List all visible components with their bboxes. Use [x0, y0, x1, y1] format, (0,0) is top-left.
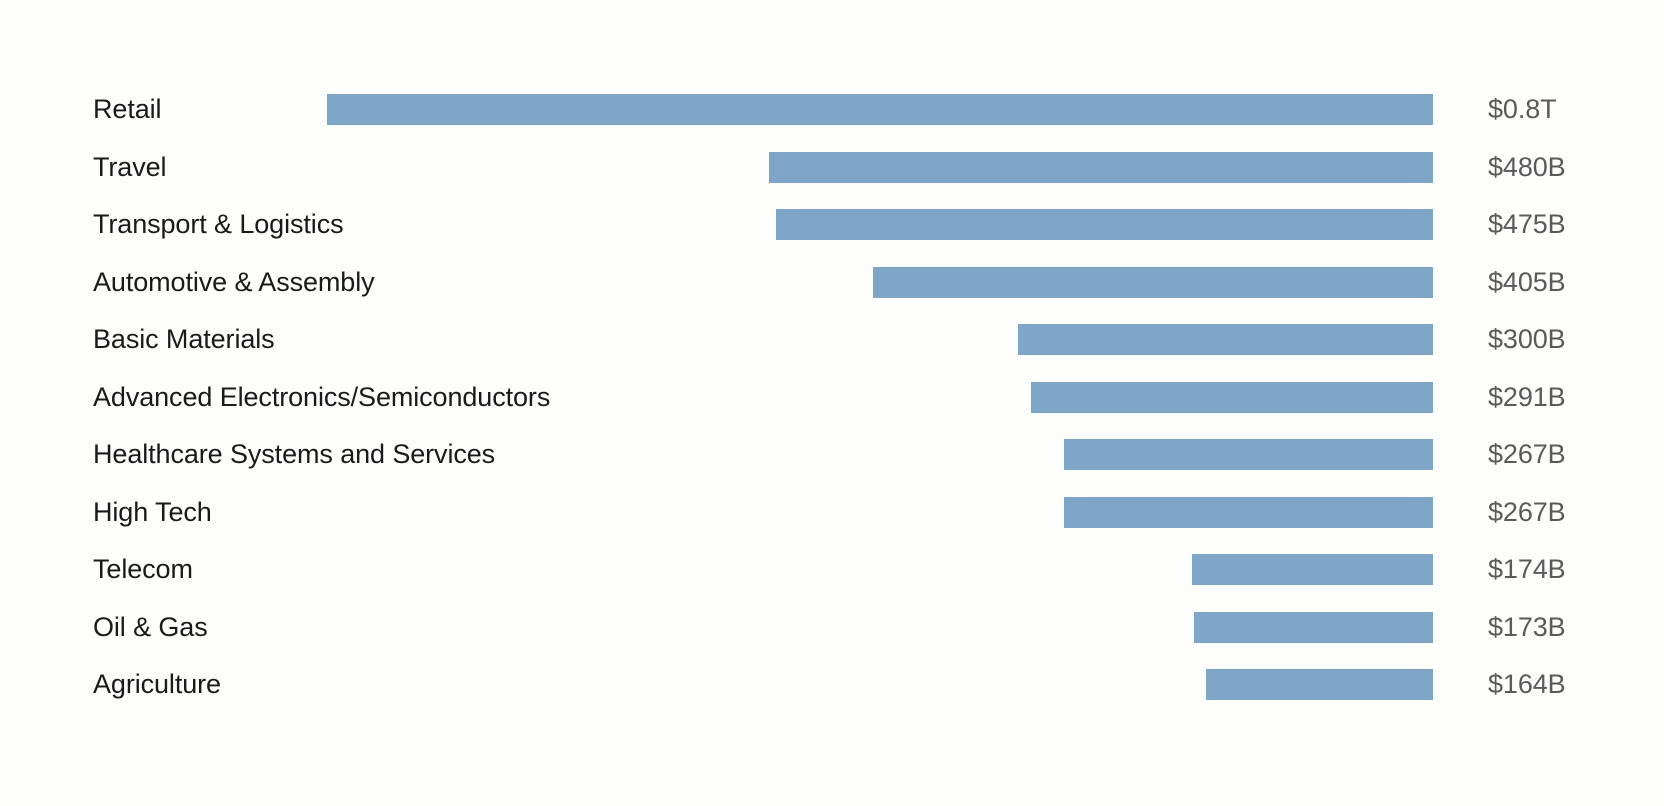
bar-value-label: $0.8T: [1488, 94, 1557, 124]
bar: [327, 94, 1433, 125]
bar-value-label: $164B: [1488, 669, 1566, 699]
bar: [1206, 669, 1433, 700]
bar: [769, 151, 1433, 183]
bar-value-label: $291B: [1488, 381, 1566, 412]
bar-track: [0, 81, 1433, 139]
bar-row: Retail $0.8T: [0, 81, 1664, 139]
bar-track: [0, 599, 1433, 657]
bar: [1193, 611, 1433, 643]
bar-row: Automotive & Assembly $405B: [0, 254, 1664, 312]
horizontal-bar-chart: Retail $0.8T Travel $480B Transport & Logist…: [0, 0, 1664, 806]
bar: [1063, 496, 1433, 528]
bar-track: [0, 656, 1433, 714]
bar-value-label: $267B: [1488, 496, 1566, 527]
bar-row: Telecom $174B: [0, 541, 1664, 599]
bar: [873, 266, 1433, 298]
bar-row: Basic Materials $300B: [0, 311, 1664, 369]
bar-row: Healthcare Systems and Services $267B: [0, 426, 1664, 484]
bar: [1063, 439, 1433, 470]
bar-row: Transport & Logistics $475B: [0, 196, 1664, 254]
bar: [776, 209, 1433, 240]
bar-track: [0, 139, 1433, 197]
bar-value-label: $475B: [1488, 209, 1566, 239]
bar-track: [0, 541, 1433, 599]
bar-row: Travel $480B: [0, 139, 1664, 197]
bar-row: Agriculture $164B: [0, 656, 1664, 714]
bar-track: [0, 196, 1433, 254]
bar-track: [0, 426, 1433, 484]
bar-value-label: $300B: [1488, 324, 1566, 354]
bar: [1030, 381, 1433, 413]
bar-value-label: $174B: [1488, 554, 1566, 584]
bar-value-label: $405B: [1488, 266, 1566, 297]
bar-track: [0, 484, 1433, 542]
bar-row: High Tech $267B: [0, 484, 1664, 542]
bar: [1192, 554, 1433, 585]
bar-value-label: $267B: [1488, 439, 1566, 469]
bar-value-label: $480B: [1488, 151, 1566, 182]
bar-row: Advanced Electronics/Semiconductors $291B: [0, 369, 1664, 427]
bar-value-label: $173B: [1488, 611, 1566, 642]
bar-row: Oil & Gas $173B: [0, 599, 1664, 657]
bar-track: [0, 369, 1433, 427]
bar-track: [0, 254, 1433, 312]
bar: [1018, 324, 1433, 355]
bar-track: [0, 311, 1433, 369]
